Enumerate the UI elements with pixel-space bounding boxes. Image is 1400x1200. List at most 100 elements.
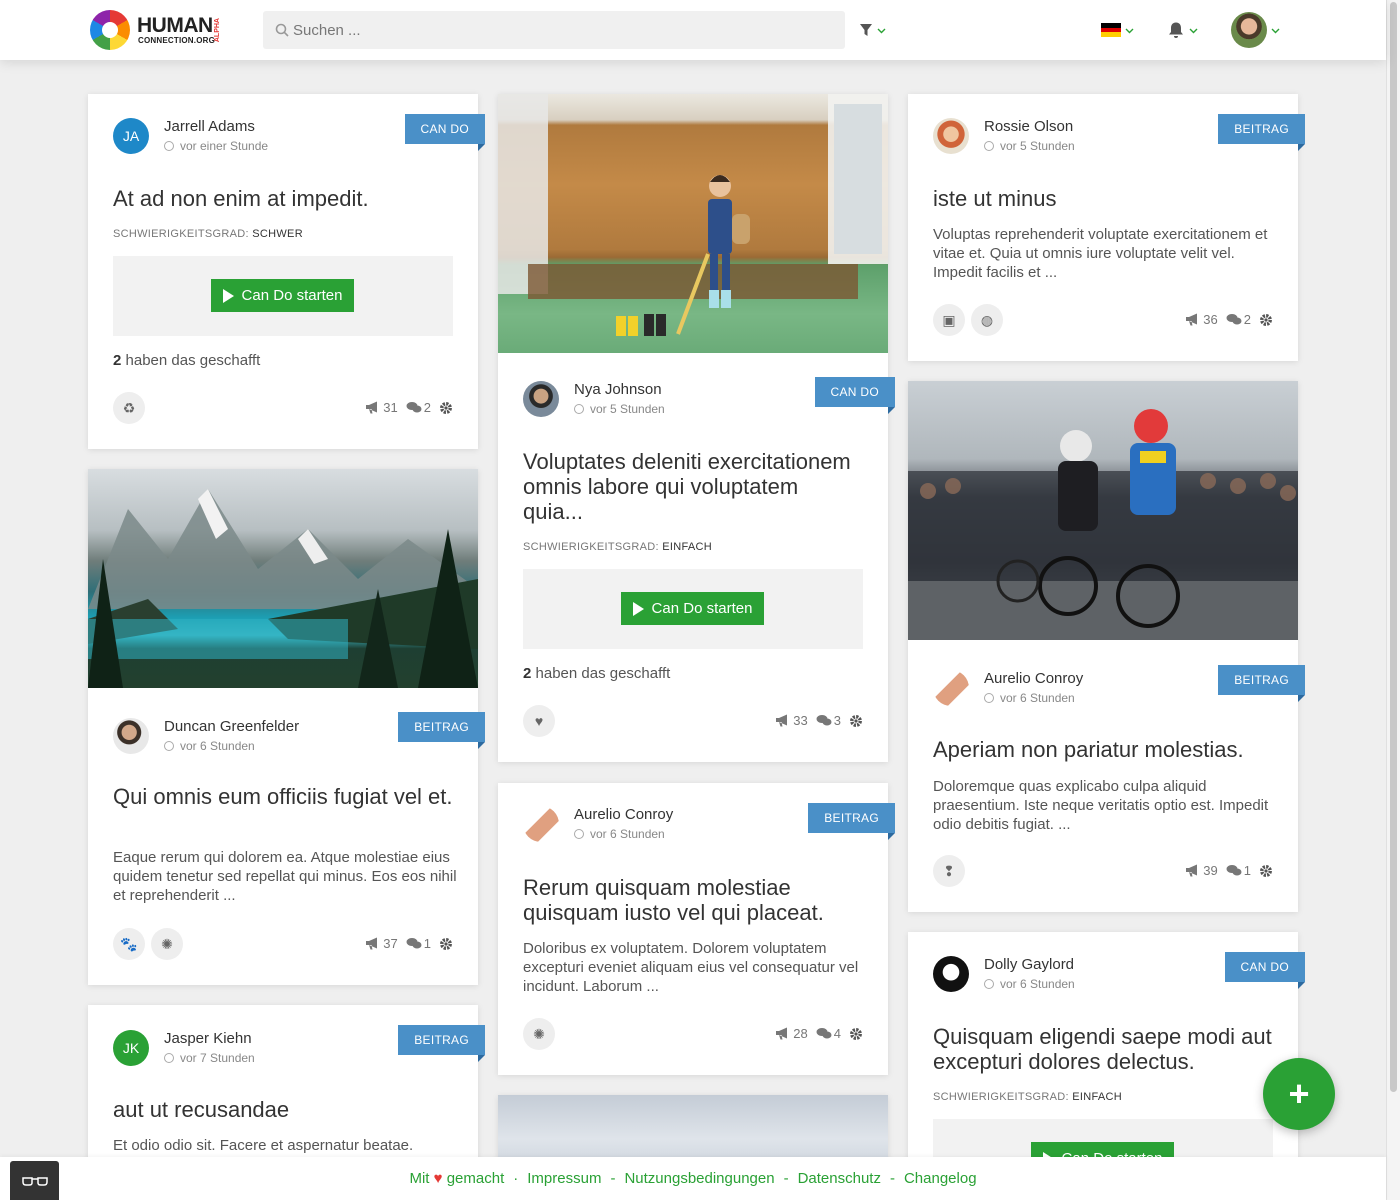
- difficulty-label: SCHWIERIGKEITSGRAD: EINFACH: [933, 1091, 1122, 1103]
- post-excerpt: Doloremque quas explicabo culpa aliquid …: [933, 778, 1269, 833]
- megaphone-icon: [776, 1027, 788, 1040]
- comments-value: 3: [833, 713, 841, 728]
- post-time: vor einer Stunde: [164, 138, 268, 154]
- difficulty-prefix: SCHWIERIGKEITSGRAD:: [933, 1091, 1069, 1103]
- post-time-text: vor 6 Stunden: [1000, 691, 1075, 705]
- category-list: ♥: [523, 705, 555, 737]
- sun-icon[interactable]: ✺: [523, 1018, 555, 1050]
- cando-start-button[interactable]: Can Do starten: [621, 592, 764, 625]
- gear-icon[interactable]: [849, 714, 863, 728]
- glasses-button[interactable]: [10, 1161, 59, 1200]
- category-list: ♻: [113, 392, 145, 424]
- mountain-lake-image: [88, 489, 478, 688]
- post-card[interactable]: Aurelio Conroy vor 6 Stunden BEITRAG Ape…: [908, 381, 1305, 912]
- post-card[interactable]: Aurelio Conroy vor 6 Stunden BEITRAG Rer…: [498, 783, 895, 1075]
- footer-link-terms[interactable]: Nutzungsbedingungen: [624, 1170, 774, 1187]
- search-box: [263, 11, 845, 49]
- post-type-badge: BEITRAG: [398, 1025, 485, 1062]
- megaphone-icon: [366, 401, 378, 414]
- post-time-text: vor 5 Stunden: [1000, 139, 1075, 153]
- post-image[interactable]: [498, 94, 888, 353]
- recycle-icon[interactable]: ♻: [113, 392, 145, 424]
- post-time-text: vor 5 Stunden: [590, 402, 665, 416]
- logo-subtext: CONNECTION.ORG: [138, 36, 216, 45]
- difficulty-prefix: SCHWIERIGKEITSGRAD:: [113, 228, 249, 240]
- post-title[interactable]: Voluptates deleniti exercitationem omnis…: [523, 449, 863, 524]
- shouts-count: 28: [775, 1026, 808, 1041]
- post-title[interactable]: Rerum quisquam molestiae quisquam iusto …: [523, 875, 863, 925]
- post-title[interactable]: Aperiam non pariatur molestias.: [933, 737, 1273, 762]
- post-title[interactable]: aut ut recusandae: [113, 1097, 453, 1122]
- comments-value: 4: [833, 1026, 841, 1041]
- author-name: Aurelio Conroy: [984, 670, 1084, 687]
- clock-icon: [574, 404, 584, 414]
- gear-icon[interactable]: [439, 937, 453, 951]
- heart-icon[interactable]: ♥: [523, 705, 555, 737]
- search-input[interactable]: [293, 11, 833, 49]
- child-rain-boots-image: [498, 94, 888, 336]
- gear-icon[interactable]: [439, 401, 453, 415]
- gear-icon[interactable]: [1259, 313, 1273, 327]
- language-switch[interactable]: [1101, 18, 1134, 42]
- post-image[interactable]: [908, 381, 1298, 640]
- post-time: vor 5 Stunden: [574, 401, 665, 417]
- difficulty-value: EINFACH: [662, 541, 713, 553]
- shouts-count: 39: [1185, 863, 1218, 878]
- footer-link-impressum[interactable]: Impressum: [527, 1170, 601, 1187]
- post-author[interactable]: JK Jasper Kiehn vor 7 Stunden: [113, 1028, 255, 1068]
- image-icon[interactable]: ▣: [933, 304, 965, 336]
- post-title[interactable]: Qui omnis eum officiis fugiat vel et.: [113, 784, 453, 809]
- post-card[interactable]: JA Jarrell Adams vor einer Stunde CAN DO…: [88, 94, 486, 449]
- comments-icon: [406, 938, 422, 949]
- chevron-down-icon: [1189, 28, 1198, 33]
- comments-value: 2: [1243, 312, 1251, 327]
- comments-count: 3: [816, 713, 841, 728]
- paw-icon[interactable]: 🐾: [113, 928, 145, 960]
- post-author[interactable]: Aurelio Conroy vor 6 Stunden: [933, 668, 1083, 708]
- gear-icon[interactable]: [849, 1027, 863, 1041]
- footer-link-privacy[interactable]: Datenschutz: [798, 1170, 881, 1187]
- post-author[interactable]: Dolly Gaylord vor 6 Stunden: [933, 954, 1075, 994]
- post-card[interactable]: Duncan Greenfelder vor 6 Stunden BEITRAG…: [88, 469, 485, 985]
- post-time: vor 6 Stunden: [574, 826, 673, 842]
- cando-start-button[interactable]: Can Do starten: [211, 279, 354, 312]
- post-title[interactable]: iste ut minus: [933, 186, 1273, 211]
- notifications-button[interactable]: [1167, 18, 1198, 42]
- filter-button[interactable]: [859, 18, 886, 42]
- post-author[interactable]: Nya Johnson vor 5 Stunden: [523, 379, 665, 419]
- scrollbar-thumb[interactable]: [1390, 2, 1397, 1092]
- comments-count: 1: [1226, 863, 1251, 878]
- post-stats: 37 1: [365, 936, 453, 951]
- gear-icon[interactable]: [1259, 864, 1273, 878]
- post-title[interactable]: Quisquam eligendi saepe modi aut exceptu…: [933, 1024, 1273, 1074]
- comments-value: 2: [423, 400, 431, 415]
- create-post-button[interactable]: +: [1263, 1058, 1335, 1130]
- footer-link-changelog[interactable]: Changelog: [904, 1170, 977, 1187]
- done-count: 2 haben das geschafft: [113, 352, 260, 369]
- difficulty-prefix: SCHWIERIGKEITSGRAD:: [523, 541, 659, 553]
- shouts-value: 36: [1203, 312, 1218, 327]
- globe-icon[interactable]: ◍: [971, 304, 1003, 336]
- post-image[interactable]: [88, 469, 478, 688]
- post-card[interactable]: Nya Johnson vor 5 Stunden CAN DO Volupta…: [498, 94, 896, 762]
- post-author[interactable]: Duncan Greenfelder vor 6 Stunden: [113, 716, 299, 756]
- post-author[interactable]: Rossie Olson vor 5 Stunden: [933, 116, 1075, 156]
- scrollbar[interactable]: [1386, 0, 1400, 1200]
- logo[interactable]: HUMAN CONNECTION.ORG ALPHA: [90, 10, 230, 50]
- sun-icon[interactable]: ✺: [151, 928, 183, 960]
- lightbulb-icon[interactable]: ❢: [933, 855, 965, 887]
- post-time-text: vor 6 Stunden: [1000, 977, 1075, 991]
- post-time-text: vor 7 Stunden: [180, 1051, 255, 1065]
- logo-text: HUMAN: [137, 14, 213, 37]
- post-type-badge: CAN DO: [404, 114, 486, 151]
- post-title[interactable]: At ad non enim at impedit.: [113, 186, 453, 211]
- post-time: vor 6 Stunden: [984, 976, 1075, 992]
- post-card[interactable]: Rossie Olson vor 5 Stunden BEITRAG iste …: [908, 94, 1305, 361]
- user-menu[interactable]: [1231, 12, 1280, 48]
- clock-icon: [984, 693, 994, 703]
- author-name: Aurelio Conroy: [574, 806, 674, 823]
- post-author[interactable]: JA Jarrell Adams vor einer Stunde: [113, 116, 268, 156]
- comments-count: 2: [406, 400, 431, 415]
- post-author[interactable]: Aurelio Conroy vor 6 Stunden: [523, 804, 673, 844]
- play-icon: [632, 601, 644, 616]
